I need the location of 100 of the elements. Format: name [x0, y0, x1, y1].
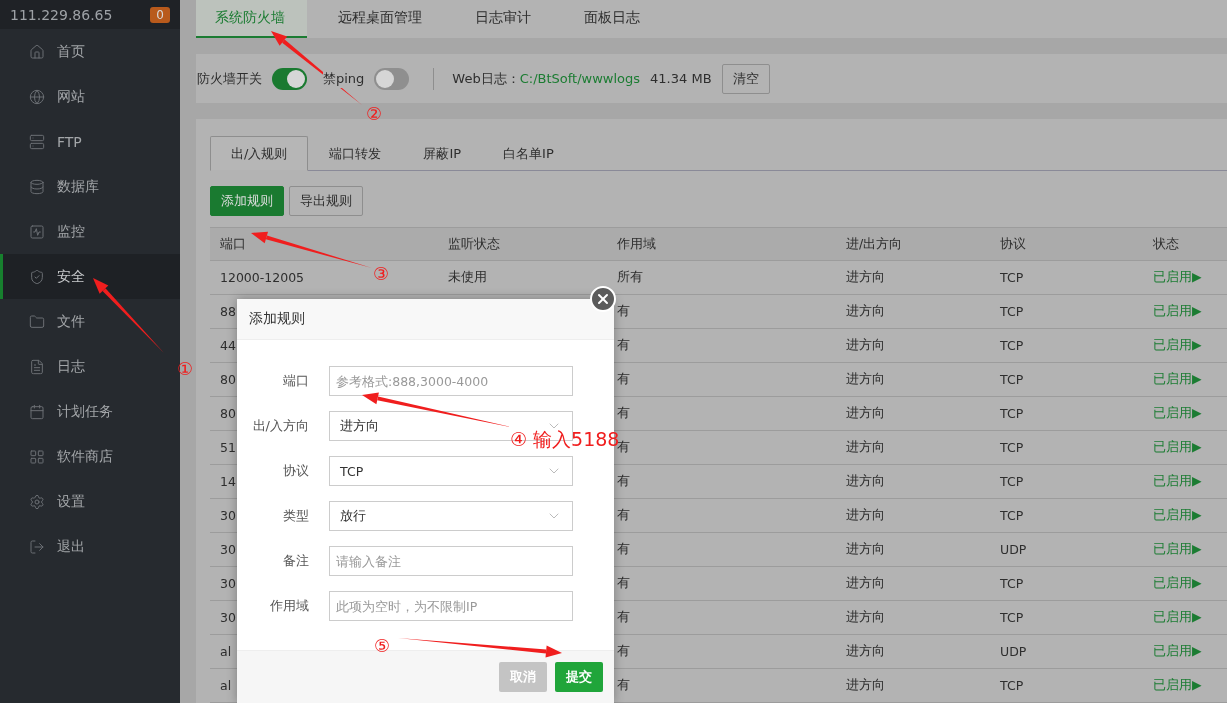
- input-field[interactable]: 此项为空时，为不限制IP: [329, 591, 573, 621]
- tab[interactable]: 远程桌面管理: [319, 0, 444, 38]
- table-cell: 有: [617, 677, 630, 694]
- table-cell: 有: [617, 541, 630, 558]
- select-field[interactable]: 放行: [329, 501, 573, 531]
- table-cell: 进方向: [846, 609, 885, 626]
- chart-icon: [29, 223, 45, 240]
- dialog-title: 添加规则: [249, 310, 305, 328]
- table-cell: TCP: [1000, 678, 1024, 693]
- table-cell: 进方向: [846, 507, 885, 524]
- table-cell: TCP: [1000, 610, 1024, 625]
- table-cell: 所有: [617, 269, 643, 286]
- table-cell: UDP: [1000, 644, 1027, 659]
- table-cell: TCP: [1000, 338, 1024, 353]
- annotation-label: ⑤: [374, 635, 391, 656]
- sidebar-item[interactable]: FTP: [0, 119, 180, 164]
- select-field[interactable]: TCP: [329, 456, 573, 486]
- table-cell: 12000-12005: [220, 270, 305, 285]
- tab[interactable]: 日志审计: [456, 0, 553, 38]
- table-cell: 有: [617, 473, 630, 490]
- table-cell: 进方向: [846, 405, 885, 422]
- table-cell: 14: [220, 474, 236, 489]
- table-cell: UDP: [1000, 542, 1027, 557]
- table-cell: al: [220, 678, 232, 693]
- ping-switch[interactable]: [374, 67, 410, 90]
- field-label: 协议: [282, 462, 309, 480]
- table-cell: 进方向: [846, 303, 885, 320]
- firewall-label: 防火墙开关: [197, 69, 262, 88]
- sidebar-item[interactable]: 设置: [0, 479, 180, 524]
- table-cell: 进方向: [846, 677, 885, 694]
- sidebar-item[interactable]: 网站: [0, 74, 180, 119]
- tab[interactable]: 出/入规则: [210, 136, 309, 171]
- add-rule-button[interactable]: 添加规则: [210, 186, 284, 216]
- table-cell: al: [220, 644, 232, 659]
- table-cell: 进方向: [846, 439, 885, 456]
- field-label: 类型: [282, 507, 309, 525]
- document-icon: [29, 358, 45, 375]
- sidebar-item[interactable]: 软件商店: [0, 434, 180, 479]
- submit-button[interactable]: 提交: [555, 662, 603, 692]
- logout-icon: [29, 538, 45, 555]
- table-cell: 进方向: [846, 541, 885, 558]
- table-cell: 进方向: [846, 269, 885, 286]
- web-log-size: 41.34 MB: [650, 71, 712, 86]
- column-header: 作用域: [617, 235, 656, 253]
- table-cell: 30: [220, 508, 236, 523]
- firewall-switch[interactable]: [272, 67, 307, 90]
- field-label: 端口: [282, 372, 309, 390]
- field-label: 出/入方向: [251, 417, 309, 435]
- table-cell: 有: [617, 643, 630, 660]
- input-field[interactable]: 参考格式:888,3000-4000: [329, 366, 573, 396]
- annotation-label: ③: [373, 263, 390, 284]
- table-cell: 30: [220, 610, 236, 625]
- column-header: 监听状态: [448, 235, 500, 253]
- table-cell: 80: [220, 406, 236, 421]
- database-icon: [29, 178, 45, 195]
- table-cell: 有: [617, 303, 630, 320]
- count-badge: 0: [150, 6, 170, 23]
- table-cell: 有: [617, 575, 630, 592]
- table-cell: 进方向: [846, 337, 885, 354]
- table-cell: TCP: [1000, 508, 1024, 523]
- table-cell: TCP: [1000, 474, 1024, 489]
- table-cell: 有: [617, 405, 630, 422]
- table-cell: TCP: [1000, 406, 1024, 421]
- column-header: 协议: [1000, 235, 1026, 253]
- table-cell: TCP: [1000, 440, 1024, 455]
- input-field[interactable]: 请输入备注: [329, 546, 573, 576]
- table-cell: 51: [220, 440, 236, 455]
- tab[interactable]: 面板日志: [565, 0, 662, 38]
- calendar-icon: [29, 403, 45, 420]
- table-cell: 未使用: [448, 269, 487, 286]
- tab[interactable]: 白名单IP: [482, 136, 575, 171]
- column-header: 进/出方向: [846, 235, 903, 253]
- clear-button[interactable]: 清空: [721, 63, 770, 94]
- sidebar-item[interactable]: 首页: [0, 29, 180, 74]
- table-cell: 有: [617, 371, 630, 388]
- export-button[interactable]: 导出规则: [289, 186, 363, 216]
- column-header: 状态: [1153, 235, 1179, 253]
- sidebar-item[interactable]: 退出: [0, 524, 180, 569]
- table-cell: 44: [220, 338, 236, 353]
- close-icon: [595, 291, 611, 307]
- web-log-label: Web日志：: [452, 69, 520, 88]
- sidebar-item[interactable]: 计划任务: [0, 389, 180, 434]
- annotation-label: ②: [366, 103, 383, 124]
- table-cell: TCP: [1000, 576, 1024, 591]
- table-cell: 30: [220, 576, 236, 591]
- folder-icon: [29, 313, 45, 330]
- tab[interactable]: 屏蔽IP: [402, 136, 483, 171]
- sidebar-item[interactable]: 数据库: [0, 164, 180, 209]
- sidebar-item[interactable]: 安全: [0, 254, 180, 299]
- sidebar-item[interactable]: 监控: [0, 209, 180, 254]
- table-cell: 有: [617, 439, 630, 456]
- table-cell: TCP: [1000, 270, 1024, 285]
- table-cell: TCP: [1000, 304, 1024, 319]
- settings-icon: [29, 493, 45, 510]
- table-cell: 80: [220, 372, 236, 387]
- table-cell: 进方向: [846, 371, 885, 388]
- sidebar-item[interactable]: 文件: [0, 299, 180, 344]
- home-icon: [29, 43, 45, 60]
- tab[interactable]: 端口转发: [308, 136, 403, 171]
- column-header: 端口: [220, 235, 246, 253]
